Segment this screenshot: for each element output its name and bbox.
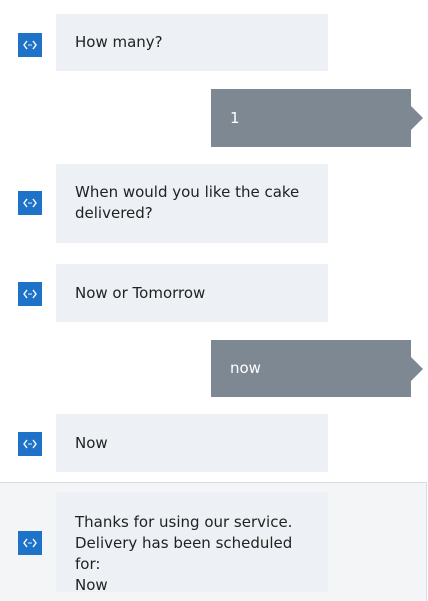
message-text: When would you like the cake delivered? <box>75 183 300 222</box>
bot-avatar-icon <box>18 282 42 306</box>
user-message: 1 <box>211 89 423 147</box>
message-line: Thanks for using our service. <box>75 513 293 531</box>
message-text: now <box>230 359 261 377</box>
message-text: 1 <box>230 108 240 127</box>
bot-avatar-icon <box>18 531 42 555</box>
message-line: Now <box>75 576 108 594</box>
bot-message: How many? <box>56 14 328 71</box>
bot-message: Now <box>56 414 328 472</box>
bot-message: When would you like the cake delivered? <box>56 164 328 243</box>
message-line: Delivery has been scheduled for: <box>75 534 293 573</box>
chat-transcript: How many? 1 When would you like the cake… <box>0 0 428 601</box>
bot-avatar-icon <box>18 191 42 215</box>
bot-message: Thanks for using our service. Delivery h… <box>56 492 328 594</box>
message-text: Now or Tomorrow <box>75 283 206 302</box>
bot-avatar-icon <box>18 33 42 57</box>
message-text: How many? <box>75 33 163 51</box>
user-message: now <box>211 340 423 397</box>
bot-message: Now or Tomorrow <box>56 264 328 322</box>
message-text: Now <box>75 433 108 452</box>
bot-avatar-icon <box>18 432 42 456</box>
